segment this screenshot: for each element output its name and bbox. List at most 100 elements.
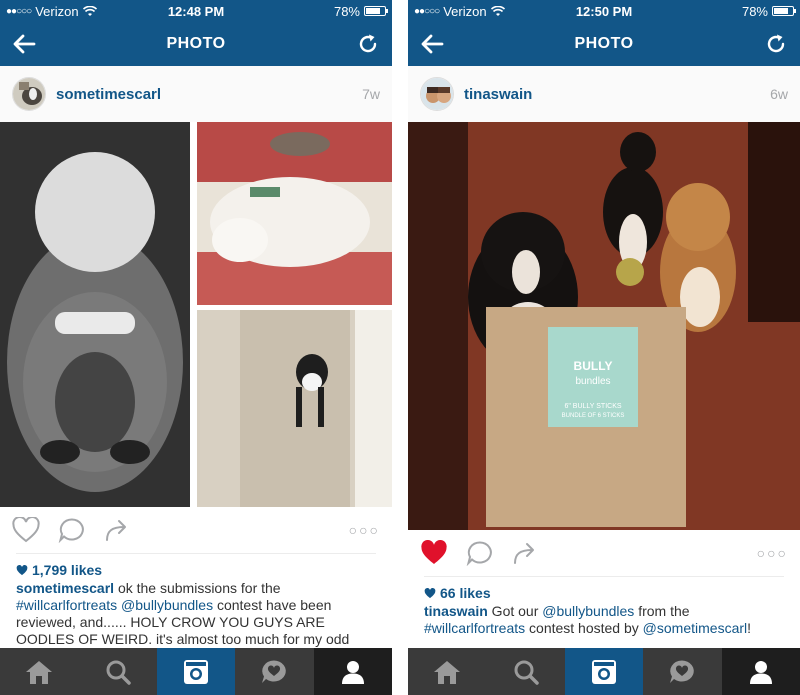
share-icon[interactable]	[512, 540, 538, 566]
tab-search[interactable]	[486, 648, 564, 695]
caption-username[interactable]: tinaswain	[424, 603, 488, 619]
tab-bar	[408, 648, 800, 695]
back-button[interactable]	[418, 30, 446, 58]
photo-dogs-with-bag: BULLY bundles 6" BULLY STICKS BUNDLE OF …	[408, 122, 800, 530]
battery-percent: 78%	[333, 3, 360, 19]
page-title: PHOTO	[574, 35, 634, 52]
more-options-icon[interactable]: ○○○	[349, 522, 380, 538]
app-stage: ●●○○○ Verizon 12:48 PM 78% PHOTO sometim…	[0, 0, 800, 695]
post-username[interactable]: tinaswain	[464, 86, 532, 103]
status-bar: ●●○○○ Verizon 12:50 PM 78%	[408, 0, 800, 22]
photo-collage	[0, 122, 392, 507]
caption-text: !	[747, 620, 752, 636]
caption-mention[interactable]: @bullybundles	[542, 603, 634, 619]
home-icon	[434, 660, 461, 684]
post-header: sometimescarl 7w	[0, 66, 392, 122]
arrow-left-icon	[421, 34, 444, 54]
likes-count[interactable]: 66 likes	[408, 577, 800, 603]
tab-activity[interactable]	[643, 648, 721, 695]
battery-icon	[772, 6, 796, 16]
post-photo[interactable]	[0, 122, 392, 507]
page-title: PHOTO	[166, 35, 226, 52]
tab-search[interactable]	[78, 648, 156, 695]
activity-icon	[670, 660, 695, 683]
small-heart-icon	[16, 564, 28, 575]
battery-percent: 78%	[741, 3, 768, 19]
camera-icon	[592, 659, 617, 684]
small-heart-icon	[424, 587, 436, 598]
comment-icon[interactable]	[466, 540, 494, 566]
signal-icon: ●●○○○	[414, 5, 440, 17]
caption-hashtag[interactable]: #willcarlfortreats	[424, 620, 525, 636]
phone-screen-2: ●●○○○ Verizon 12:50 PM 78% PHOTO tinaswa…	[408, 0, 800, 695]
caption-text: from the	[634, 603, 690, 619]
profile-icon	[749, 660, 772, 684]
refresh-icon	[359, 34, 377, 53]
refresh-button[interactable]	[354, 30, 382, 58]
phone-screen-1: ●●○○○ Verizon 12:48 PM 78% PHOTO sometim…	[0, 0, 392, 695]
tab-bar	[0, 648, 392, 695]
more-options-icon[interactable]: ○○○	[757, 545, 788, 561]
tab-activity[interactable]	[235, 648, 313, 695]
post-caption: sometimescarl ok the submissions for the…	[0, 580, 392, 648]
carrier-name: Verizon	[35, 3, 79, 19]
caption-text: Got our	[487, 603, 543, 619]
post-photo[interactable]: BULLY bundles 6" BULLY STICKS BUNDLE OF …	[408, 122, 800, 530]
post-username[interactable]: sometimescarl	[56, 86, 161, 103]
carrier: ●●○○○ Verizon	[414, 4, 505, 19]
profile-icon	[341, 660, 364, 684]
tab-profile[interactable]	[721, 648, 800, 695]
battery: 78%	[333, 3, 388, 19]
post-header: tinaswain 6w	[408, 66, 800, 122]
battery-fill	[366, 8, 381, 14]
refresh-button[interactable]	[762, 30, 790, 58]
post-age: 6w	[770, 86, 788, 102]
back-button[interactable]	[10, 30, 38, 58]
status-bar: ●●○○○ Verizon 12:48 PM 78%	[0, 0, 392, 22]
tab-home[interactable]	[0, 648, 78, 695]
nav-bar: PHOTO	[0, 22, 392, 66]
carrier: ●●○○○ Verizon	[6, 4, 97, 19]
wifi-icon	[82, 5, 97, 16]
comment-icon[interactable]	[58, 517, 86, 543]
post-caption: tinaswain Got our @bullybundles from the…	[408, 603, 800, 637]
refresh-icon	[767, 34, 785, 53]
bag-brand-text: BULLY	[574, 359, 613, 373]
arrow-left-icon	[13, 34, 36, 54]
caption-mention[interactable]: @bullybundles	[121, 597, 213, 613]
signal-icon: ●●○○○	[6, 5, 32, 17]
caption-text: contest hosted by	[525, 620, 643, 636]
wifi-icon	[490, 5, 505, 16]
activity-icon	[262, 660, 287, 683]
home-icon	[26, 660, 53, 684]
caption-text: ok the submissions for the	[114, 580, 281, 596]
like-heart-icon[interactable]	[12, 517, 40, 543]
camera-icon	[184, 659, 209, 684]
caption-hashtag[interactable]: #willcarlfortreats	[16, 597, 117, 613]
tab-camera[interactable]	[564, 648, 644, 695]
post-actions: ○○○	[0, 507, 392, 553]
avatar[interactable]	[12, 77, 46, 111]
caption-mention[interactable]: @sometimescarl	[643, 620, 747, 636]
caption-username[interactable]: sometimescarl	[16, 580, 114, 596]
bag-product-text: 6" BULLY STICKS	[564, 403, 621, 410]
search-icon	[514, 660, 539, 685]
tab-camera[interactable]	[156, 648, 236, 695]
post-age: 7w	[362, 86, 380, 102]
avatar[interactable]	[420, 77, 454, 111]
tab-profile[interactable]	[313, 648, 392, 695]
share-icon[interactable]	[104, 517, 130, 543]
likes-label: 66 likes	[440, 585, 491, 601]
bag-brand-subtext: bundles	[575, 376, 610, 387]
carrier-name: Verizon	[443, 3, 487, 19]
search-icon	[106, 660, 131, 685]
post-actions: ○○○	[408, 530, 800, 576]
nav-bar: PHOTO	[408, 22, 800, 66]
like-heart-icon[interactable]	[420, 540, 448, 566]
battery: 78%	[741, 3, 796, 19]
tab-home[interactable]	[408, 648, 486, 695]
likes-label: 1,799 likes	[32, 562, 103, 578]
bag-product-subtext: BUNDLE OF 6 STICKS	[562, 413, 625, 419]
battery-fill	[774, 8, 789, 14]
likes-count[interactable]: 1,799 likes	[0, 554, 392, 580]
